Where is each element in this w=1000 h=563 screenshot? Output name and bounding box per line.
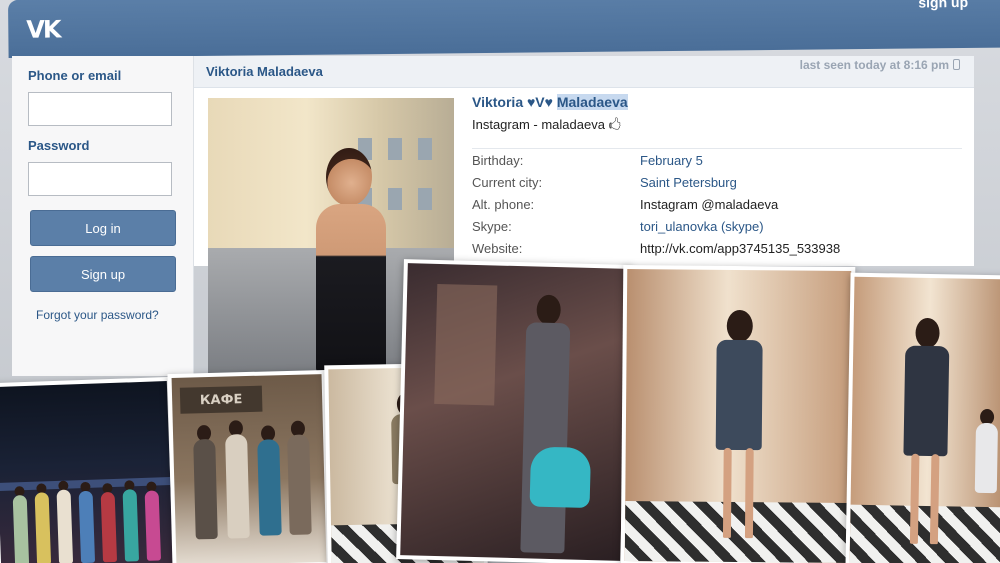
phone-input[interactable] xyxy=(28,92,172,126)
info-label: Birthday: xyxy=(472,153,524,168)
info-value-link[interactable]: Saint Petersburg xyxy=(640,175,737,193)
login-panel: Phone or email Password Log in Sign up F… xyxy=(12,56,194,376)
info-value-link[interactable]: February 5 xyxy=(640,153,703,171)
info-row-city: Current city: Saint Petersburg xyxy=(472,175,962,193)
header-signup-link[interactable]: sign up xyxy=(918,0,968,10)
info-row-alt-phone: Alt. phone: Instagram @maladaeva xyxy=(472,197,962,215)
profile-full-name: Viktoria ♥V♥ Maladaeva xyxy=(472,94,962,110)
full-name-highlight: Maladaeva xyxy=(556,94,628,110)
cafe-sign: КАФЕ xyxy=(179,385,263,414)
info-row-website: Website: http://vk.com/app3745135_533938 xyxy=(472,241,962,259)
password-input[interactable] xyxy=(28,162,172,196)
profile-name-bar: Viktoria Maladaeva last seen today at 8:… xyxy=(194,56,974,88)
photo-corridor-3[interactable] xyxy=(845,272,1000,563)
vk-logo[interactable]: VK xyxy=(26,15,70,43)
info-value-link[interactable]: tori_ulanovka (skype) xyxy=(640,219,764,237)
info-value: Instagram @maladaeva xyxy=(640,197,779,212)
last-seen-status: last seen today at 8:16 pm xyxy=(800,58,960,72)
info-row-skype: Skype: tori_ulanovka (skype) xyxy=(472,219,962,237)
info-label: Website: xyxy=(472,241,523,256)
info-label: Current city: xyxy=(472,175,543,190)
signup-button[interactable]: Sign up xyxy=(30,256,176,292)
profile-card: Viktoria Maladaeva last seen today at 8:… xyxy=(194,56,974,374)
photo-stage-group[interactable] xyxy=(0,376,178,563)
photo-corridor-2[interactable] xyxy=(620,264,856,563)
info-divider xyxy=(472,148,962,149)
full-name-prefix: Viktoria ♥V♥ xyxy=(472,94,557,110)
mobile-phone-icon xyxy=(953,59,960,70)
info-label: Alt. phone: xyxy=(472,197,535,212)
screenshot-stage: VK sign up Phone or email Password Log i… xyxy=(0,0,1000,563)
login-button[interactable]: Log in xyxy=(30,210,176,246)
avatar-person xyxy=(308,148,394,374)
info-row-birthday: Birthday: February 5 xyxy=(472,153,962,171)
photo-cafe-group[interactable]: КАФЕ xyxy=(167,369,331,563)
password-label: Password xyxy=(28,138,90,153)
forgot-password-link[interactable]: Forgot your password? xyxy=(36,308,159,322)
phone-label: Phone or email xyxy=(28,68,122,83)
info-label: Skype: xyxy=(472,219,512,234)
profile-info: Viktoria ♥V♥ Maladaeva Instagram - malad… xyxy=(472,94,962,259)
header-bar: VK sign up xyxy=(8,0,1000,58)
photo-evening-gown[interactable] xyxy=(396,259,632,563)
profile-status: Instagram - maladaeva 🖒 xyxy=(472,117,622,132)
info-value-link[interactable]: http://vk.com/app3745135_533938 xyxy=(640,241,840,259)
profile-name-title[interactable]: Viktoria Maladaeva xyxy=(206,64,323,79)
last-seen-text: last seen today at 8:16 pm xyxy=(799,58,949,72)
